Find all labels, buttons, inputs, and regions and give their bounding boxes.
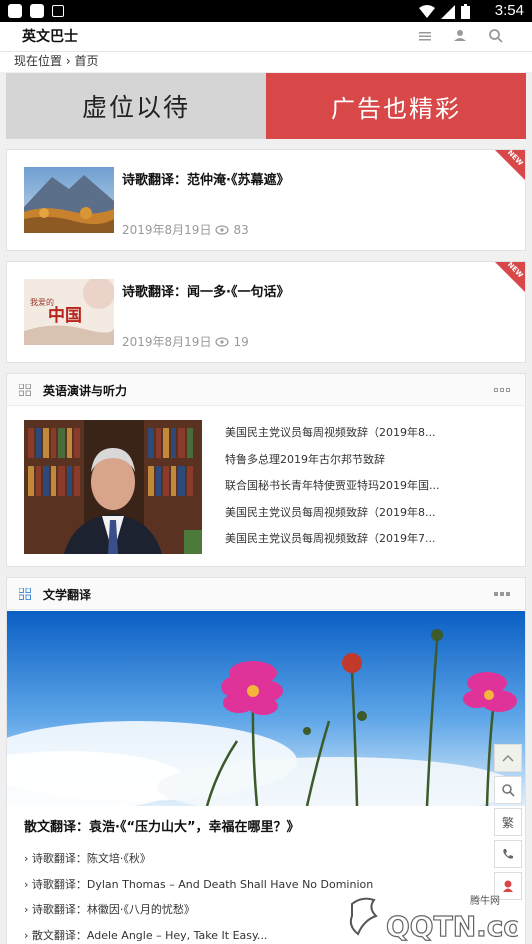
menu-icon[interactable] <box>418 28 434 44</box>
ad-banner: 虚位以待 广告也精彩 <box>6 73 526 139</box>
breadcrumb-home-link[interactable]: 首页 <box>74 54 98 68</box>
traditional-chinese-button[interactable]: 繁 <box>494 808 522 836</box>
speech-section: 英语演讲与听力 美国民主党议员每周视频致辞（2019年8... 特鲁多总理201… <box>6 373 526 567</box>
notification-icon <box>52 5 64 17</box>
list-item[interactable]: 美国民主党议员每周视频致辞（2019年8... <box>225 503 515 530</box>
article-date: 2019年8月19日 <box>122 223 212 237</box>
search-icon[interactable] <box>488 28 504 44</box>
new-badge: NEW <box>495 150 525 180</box>
article-views: 19 <box>233 334 249 349</box>
ad-slot-promo[interactable]: 广告也精彩 <box>266 73 526 139</box>
eye-icon <box>215 336 230 347</box>
list-item[interactable]: 美国民主党议员每周视频致辞（2019年7... <box>225 529 515 556</box>
site-watermark: QQTN.com 腾牛网 <box>346 890 532 944</box>
grid-icon <box>19 384 31 396</box>
grid-icon <box>19 588 31 600</box>
more-icon[interactable] <box>494 388 510 392</box>
more-icon[interactable] <box>494 592 510 596</box>
article-meta: 2019年8月19日 19 <box>122 333 249 350</box>
notification-icon <box>8 4 22 18</box>
ad-slot-vacant[interactable]: 虚位以待 <box>6 73 266 139</box>
phone-button[interactable] <box>494 840 522 868</box>
app-title[interactable]: 英文巴士 <box>22 26 78 46</box>
phone-icon <box>503 849 513 859</box>
signal-icon <box>441 4 455 19</box>
section-title: 文学翻译 <box>43 588 92 602</box>
section-header: 英语演讲与听力 <box>7 374 525 406</box>
eye-icon <box>215 224 230 235</box>
speech-list: 美国民主党议员每周视频致辞（2019年8... 特鲁多总理2019年古尔邦节致辞… <box>225 423 515 556</box>
section-title: 英语演讲与听力 <box>43 384 128 398</box>
section-header: 文学翻译 <box>7 578 525 610</box>
new-badge: NEW <box>495 262 525 292</box>
article-title[interactable]: 诗歌翻译：范仲淹·《苏幕遮》 <box>122 169 289 188</box>
search-icon <box>502 784 515 797</box>
list-item[interactable]: › 诗歌翻译：陈文培·《秋》 <box>24 850 494 876</box>
article-title[interactable]: 诗歌翻译：闻一多·《一句话》 <box>122 281 289 300</box>
chevron-up-icon <box>502 754 514 762</box>
notification-icon <box>30 4 44 18</box>
thumbnail-caption: 中国 <box>48 305 82 326</box>
article-views: 83 <box>233 222 249 237</box>
speech-video-thumbnail[interactable] <box>24 420 202 554</box>
list-item[interactable]: 美国民主党议员每周视频致辞（2019年8... <box>225 423 515 450</box>
back-to-top-button[interactable] <box>494 744 522 772</box>
literature-section: 文学翻译 散文翻译：袁浩·《“压力山大”，幸福在哪里？》 › 诗歌翻译：陈文培·… <box>6 577 526 944</box>
list-item[interactable]: 联合国秘书长青年特使贾亚特玛2019年国... <box>225 476 515 503</box>
breadcrumb-separator: › <box>65 54 71 68</box>
wifi-icon <box>419 4 435 18</box>
top-bar: 英文巴士 <box>0 22 532 52</box>
status-bar: 3:54 <box>0 0 532 22</box>
article-card[interactable]: 我爱的 中国 诗歌翻译：闻一多·《一句话》 2019年8月19日 19 NEW <box>6 261 526 363</box>
list-item[interactable]: 特鲁多总理2019年古尔邦节致辞 <box>225 450 515 477</box>
breadcrumb: 现在位置 › 首页 <box>0 52 532 72</box>
article-date: 2019年8月19日 <box>122 335 212 349</box>
watermark-logo-text: QQTN.com <box>386 910 518 943</box>
article-card[interactable]: 诗歌翻译：范仲淹·《苏幕遮》 2019年8月19日 83 NEW <box>6 149 526 251</box>
clock: 3:54 <box>494 2 524 19</box>
article-thumbnail[interactable]: 我爱的 中国 <box>24 279 114 345</box>
article-meta: 2019年8月19日 83 <box>122 221 249 238</box>
user-icon[interactable] <box>453 28 469 44</box>
breadcrumb-label: 现在位置 <box>14 54 63 68</box>
featured-image[interactable] <box>7 611 525 806</box>
watermark-site-name: 腾牛网 <box>470 896 500 907</box>
battery-icon <box>461 4 470 19</box>
search-button[interactable] <box>494 776 522 804</box>
featured-article-title[interactable]: 散文翻译：袁浩·《“压力山大”，幸福在哪里？》 <box>24 816 300 835</box>
article-thumbnail[interactable] <box>24 167 114 233</box>
